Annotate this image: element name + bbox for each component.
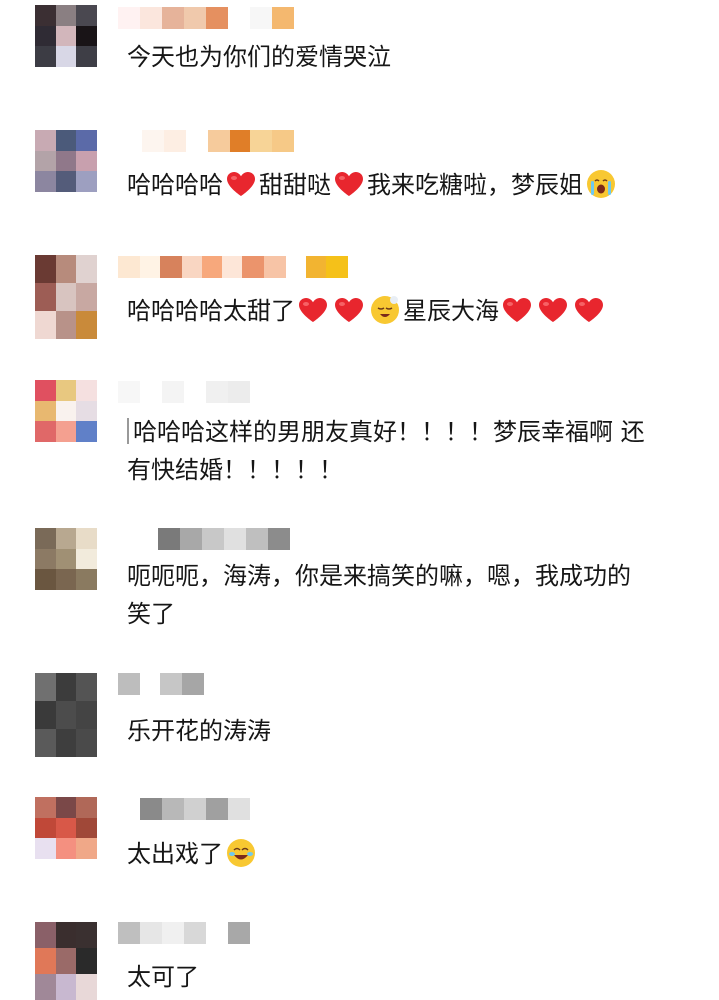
username-blurred[interactable] — [118, 7, 294, 29]
comment-text-line: 太可了 — [127, 958, 687, 996]
avatar[interactable] — [35, 380, 97, 442]
heart-icon — [335, 172, 363, 196]
comment-text-line: 哈哈哈哈太甜了 星辰大海 — [127, 292, 687, 330]
heart-icon — [299, 298, 327, 322]
comment-text-line: 哈哈哈哈 甜甜哒 我来吃糖啦，梦辰姐 — [127, 166, 687, 204]
comment-text-segment: 有快结婚！！！！！ — [127, 456, 343, 484]
heart-icon — [227, 172, 255, 196]
comment-text-segment: 甜甜哒 — [259, 171, 331, 199]
comment-text: 太可了 — [127, 958, 687, 996]
comment-text-line: 哈哈哈这样的男朋友真好！！！！梦辰幸福啊 还 — [133, 418, 645, 446]
avatar[interactable] — [35, 797, 97, 859]
comment-text-line: 有快结婚！！！！！ — [127, 451, 687, 489]
comment-text-segment: 乐开花的涛涛 — [127, 717, 271, 745]
text-cursor — [127, 418, 129, 444]
comment-text: 今天也为你们的爱情哭泣 — [127, 38, 687, 76]
crying-face-icon — [587, 170, 615, 198]
comment-text-segment: 太可了 — [127, 963, 199, 991]
username-blurred[interactable] — [118, 256, 348, 278]
comment-text: 哈哈哈哈太甜了 星辰大海 — [127, 292, 687, 330]
comment-text-segment: 太出戏了 — [127, 840, 223, 868]
comment-text: 哈哈哈哈 甜甜哒 我来吃糖啦，梦辰姐 — [127, 166, 687, 204]
username-blurred[interactable] — [158, 528, 290, 550]
comment-text-segment: 笑了 — [127, 600, 175, 628]
comment-text-segment: 哈哈哈这样的男朋友真好！！！！梦辰幸福啊 还 — [133, 418, 645, 446]
heart-icon — [503, 298, 531, 322]
comment-text-line: 呃呃呃，海涛，你是来搞笑的嘛，嗯，我成功的 — [127, 557, 687, 595]
username-blurred[interactable] — [118, 922, 250, 944]
comment-text-segment: 哈哈哈哈 — [127, 171, 223, 199]
heart-icon — [539, 298, 567, 322]
username-blurred[interactable] — [118, 130, 294, 152]
sleepy-face-icon — [371, 296, 399, 324]
comment-text-segment: 呃呃呃，海涛，你是来搞笑的嘛，嗯，我成功的 — [127, 562, 631, 590]
tears-of-joy-face-icon — [227, 839, 255, 867]
comment-text: 呃呃呃，海涛，你是来搞笑的嘛，嗯，我成功的 笑了 — [127, 557, 687, 633]
heart-icon — [575, 298, 603, 322]
avatar[interactable] — [35, 255, 97, 339]
avatar[interactable] — [35, 5, 97, 67]
comment-text-segment: 哈哈哈哈太甜了 — [127, 297, 295, 325]
comment-text-line: 今天也为你们的爱情哭泣 — [127, 38, 687, 76]
username-blurred[interactable] — [118, 381, 250, 403]
comment-text: 乐开花的涛涛 — [127, 712, 687, 750]
comment-text-line: 笑了 — [127, 595, 687, 633]
comment-text-segment: 今天也为你们的爱情哭泣 — [127, 43, 391, 71]
comment-text: 哈哈哈这样的男朋友真好！！！！梦辰幸福啊 还有快结婚！！！！！ — [127, 413, 687, 489]
heart-icon — [335, 298, 363, 322]
avatar[interactable] — [35, 922, 97, 1000]
avatar[interactable] — [35, 673, 97, 757]
avatar[interactable] — [35, 130, 97, 192]
comment-text-segment: 我来吃糖啦，梦辰姐 — [367, 171, 583, 199]
username-blurred[interactable] — [118, 673, 204, 695]
comment-text-segment: 星辰大海 — [403, 297, 499, 325]
comment-text-line: 乐开花的涛涛 — [127, 712, 687, 750]
comment-text: 太出戏了 — [127, 835, 687, 873]
avatar[interactable] — [35, 528, 97, 590]
username-blurred[interactable] — [140, 798, 250, 820]
comment-text-line: 太出戏了 — [127, 835, 687, 873]
